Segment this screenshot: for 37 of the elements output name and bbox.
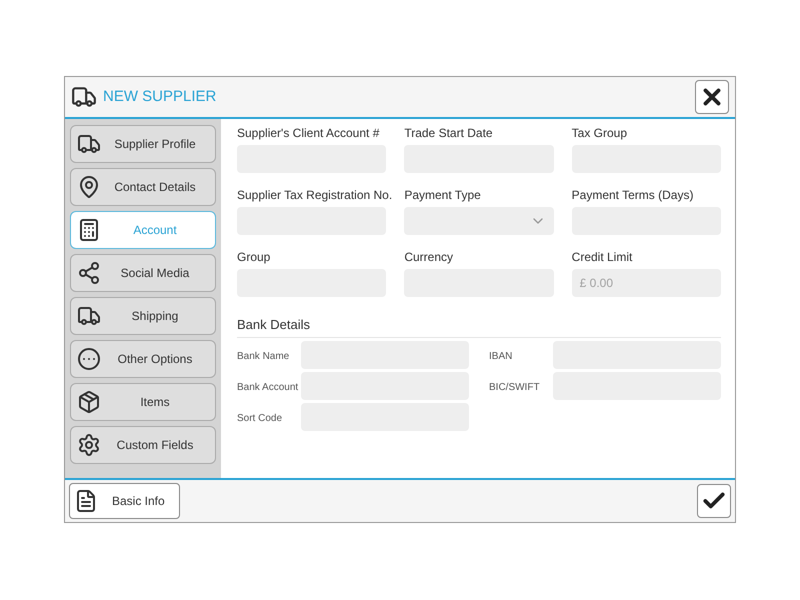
- field-label: Bank Account: [237, 382, 298, 392]
- ellipsis-icon: [77, 347, 101, 371]
- field-label: Bank Name: [237, 350, 290, 362]
- sidebar-tab[interactable]: Other Options: [70, 340, 216, 378]
- sidebar-tab[interactable]: Custom Fields: [70, 426, 216, 464]
- field-label: BIC/SWIFT: [489, 382, 540, 392]
- field-label: Sort Code: [237, 412, 282, 424]
- sidebar-tab[interactable]: Supplier Profile: [70, 125, 216, 163]
- field-label: Supplier Tax Registration No.: [237, 187, 392, 204]
- field-label: Group: [237, 249, 270, 266]
- field-label: Payment Type: [404, 187, 481, 204]
- section-title: Bank Details: [237, 315, 721, 338]
- calculator-icon: [77, 218, 101, 242]
- field-label: IBAN: [489, 350, 512, 362]
- field-label: Tax Group: [572, 125, 628, 142]
- window-title: NEW SUPPLIER: [103, 86, 216, 107]
- dropdown-field[interactable]: [404, 207, 554, 235]
- sidebar-tab[interactable]: Social Media: [70, 254, 216, 292]
- package-icon: [77, 390, 101, 414]
- basic-info-button[interactable]: Basic Info: [69, 483, 180, 519]
- share-icon: [77, 261, 101, 285]
- close-button[interactable]: [695, 80, 729, 114]
- field-label: Supplier's Client Account #: [237, 125, 380, 142]
- truck-icon: [77, 304, 101, 328]
- field-label: Currency: [404, 249, 454, 266]
- field-label: Payment Terms (Days): [572, 187, 694, 204]
- sidebar-tab[interactable]: Items: [70, 383, 216, 421]
- field-label: Credit Limit: [572, 249, 632, 266]
- confirm-button[interactable]: [697, 484, 731, 518]
- sidebar-tab[interactable]: Shipping: [70, 297, 216, 335]
- document-icon: [74, 489, 98, 513]
- map-pin-icon: [77, 175, 101, 199]
- gear-icon: [77, 433, 101, 457]
- sidebar-tab[interactable]: Contact Details: [70, 168, 216, 206]
- field-label: Trade Start Date: [404, 125, 493, 142]
- truck-icon: [77, 132, 101, 156]
- input-field[interactable]: £ 0.00: [572, 269, 721, 297]
